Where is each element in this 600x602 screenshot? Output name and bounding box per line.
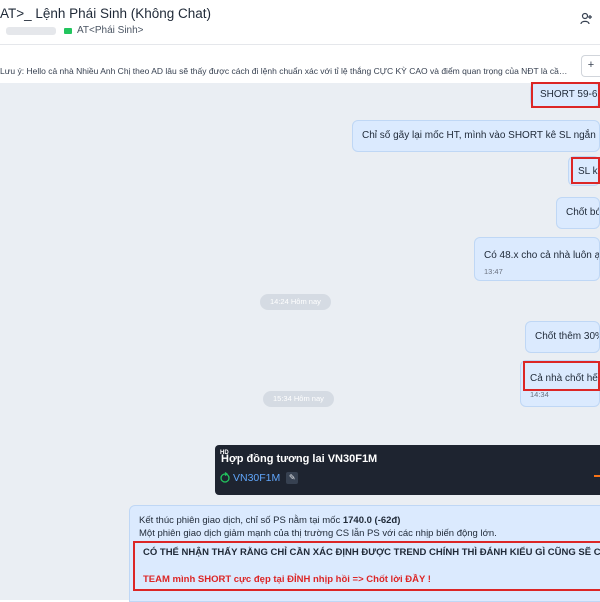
highlight-box: CÓ THỂ NHẬN THẤY RẰNG CHỈ CẦN XÁC ĐỊNH Đ…: [133, 541, 600, 591]
contract-title: Hợp đồng tương lai VN30F1M: [221, 453, 378, 465]
contract-card[interactable]: HD Hợp đồng tương lai VN30F1M VN30F1M ✎: [215, 445, 600, 495]
message-line: Kết thúc phiên giao dịch, chỉ số PS nằm …: [139, 515, 401, 526]
message-text: Chốt bớt: [566, 207, 599, 218]
message-bubble[interactable]: Có 48.x cho cả nhà luôn ạ 13:47: [474, 237, 600, 281]
date-divider: 15:34 Hôm nay: [263, 391, 334, 407]
message-text: Chỉ số gãy lại mốc HT, mình vào SHORT kê…: [362, 130, 600, 141]
expand-notice-button[interactable]: +: [581, 55, 600, 77]
message-time: 13:47: [484, 267, 503, 276]
refresh-icon: [220, 472, 230, 483]
message-line: Một phiên giao dịch giảm mạnh của thị tr…: [139, 528, 497, 539]
contract-symbol[interactable]: VN30F1M: [233, 472, 280, 484]
message-time: 14:34: [530, 390, 549, 399]
tag-icon: [64, 27, 72, 34]
highlight-box: [571, 157, 600, 184]
pinned-notice[interactable]: Lưu ý: Hello cả nhà Nhiều Anh Chị theo A…: [0, 44, 600, 84]
message-bubble[interactable]: Chỉ số gãy lại mốc HT, mình vào SHORT kê…: [352, 120, 600, 152]
message-text: Có 48.x cho cả nhà luôn ạ: [484, 250, 600, 261]
card-accent: [594, 475, 600, 477]
contract-link[interactable]: VN30F1M ✎: [219, 472, 299, 484]
message-bubble[interactable]: Chốt thêm 30%: [525, 321, 600, 353]
chat-tag: AT<Phái Sinh>: [77, 25, 144, 36]
blurred-member-name: [6, 26, 56, 35]
chat-header: AT>_ Lệnh Phái Sinh (Không Chat) AT<Phái…: [0, 0, 600, 44]
date-divider: 14:24 Hôm nay: [260, 294, 331, 310]
highlight-box: [531, 82, 600, 108]
pinned-notice-text: Lưu ý: Hello cả nhà Nhiều Anh Chị theo A…: [0, 66, 570, 76]
pencil-icon[interactable]: ✎: [286, 472, 299, 484]
message-line-emphasis: CÓ THỂ NHẬN THẤY RẰNG CHỈ CẦN XÁC ĐỊNH Đ…: [143, 547, 600, 558]
chat-subtitle: AT<Phái Sinh>: [0, 25, 144, 36]
message-bubble-long[interactable]: Kết thúc phiên giao dịch, chỉ số PS nằm …: [129, 505, 600, 602]
highlight-box: [523, 361, 600, 391]
members-icon[interactable]: [580, 12, 594, 26]
message-bubble[interactable]: Chốt bớt: [556, 197, 600, 229]
chat-title: AT>_ Lệnh Phái Sinh (Không Chat): [0, 6, 212, 21]
message-line-red: TEAM mình SHORT cực đẹp tại ĐỈNH nhịp hồ…: [143, 574, 431, 585]
message-text: Chốt thêm 30%: [535, 331, 600, 342]
